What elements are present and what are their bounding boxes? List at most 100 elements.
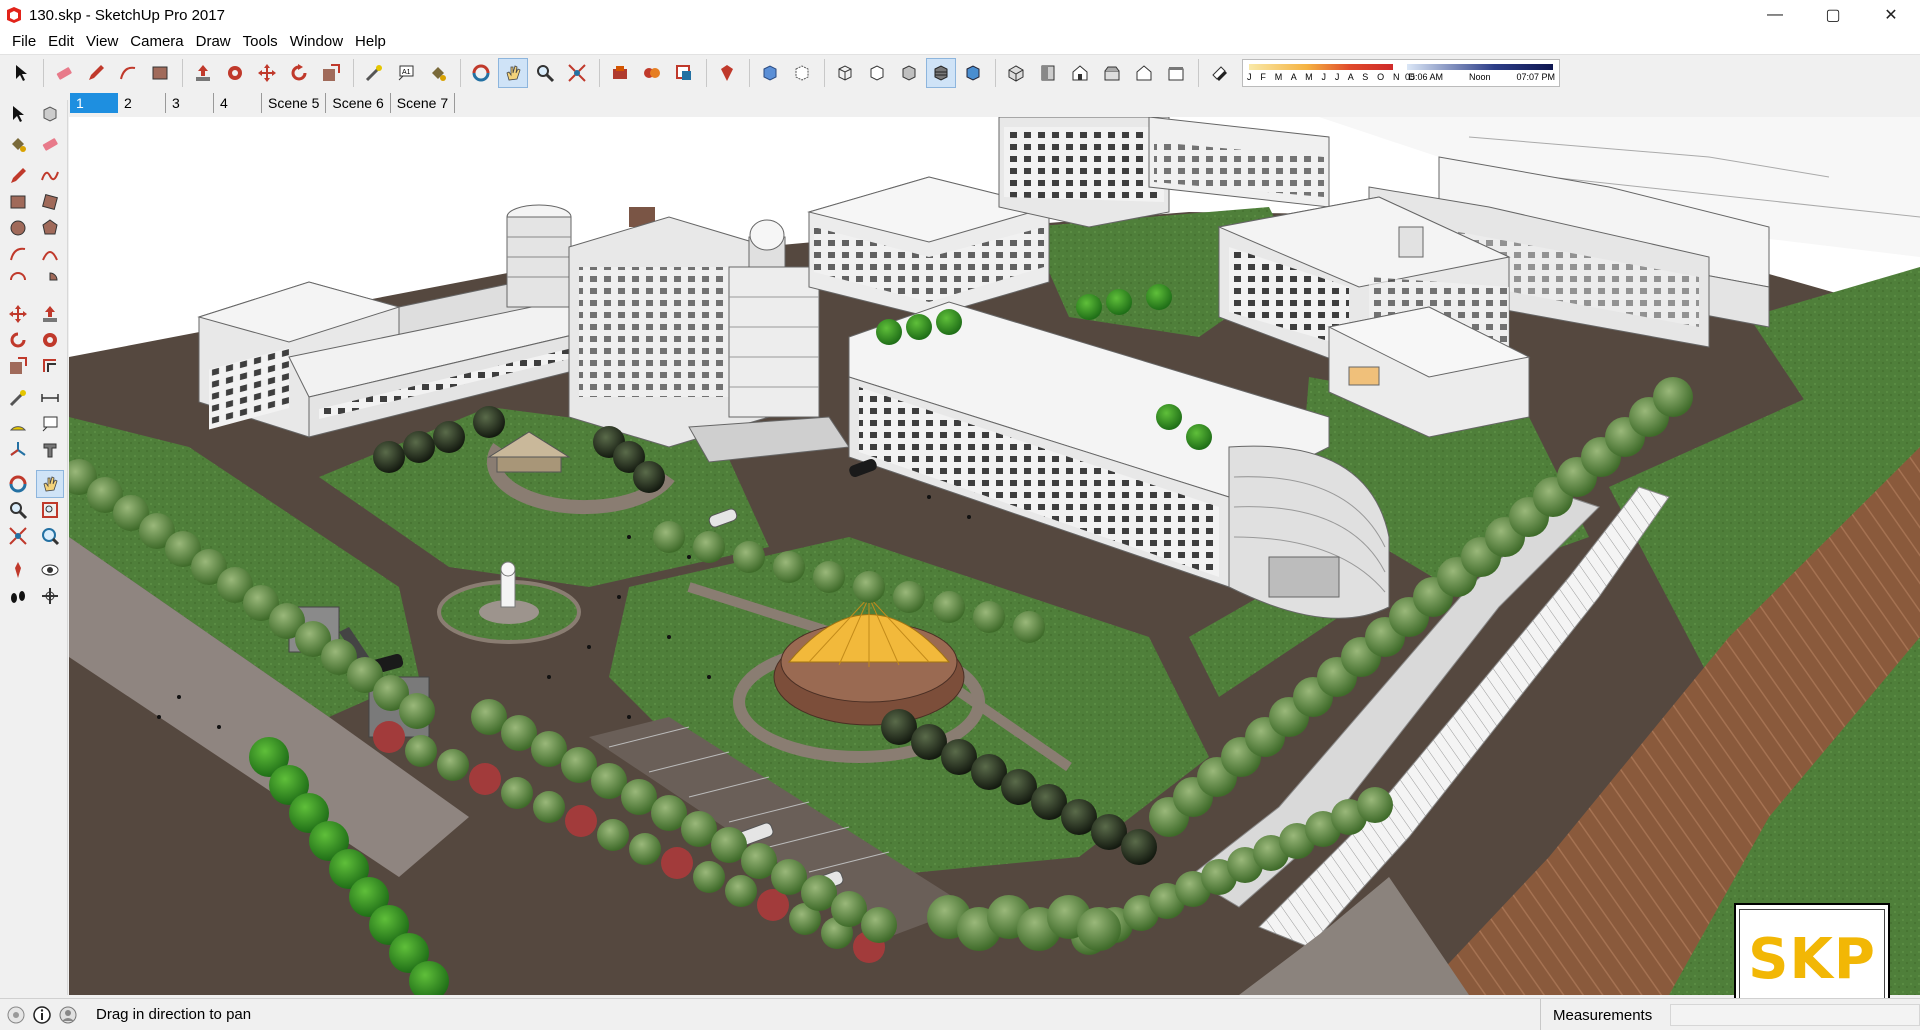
- pan-tool-button[interactable]: [36, 470, 64, 498]
- rotate-tool-button[interactable]: [284, 58, 314, 88]
- tape-tool-button[interactable]: [359, 58, 389, 88]
- left-view-button[interactable]: [1161, 58, 1191, 88]
- menu-window[interactable]: Window: [284, 31, 349, 53]
- model-viewport[interactable]: [69, 117, 1920, 995]
- tab-scene-3[interactable]: 3: [166, 93, 214, 113]
- pencil-tool-button[interactable]: [81, 58, 111, 88]
- layout-button[interactable]: [669, 58, 699, 88]
- circle-tool-button[interactable]: [4, 214, 32, 242]
- right-view-button[interactable]: [1097, 58, 1127, 88]
- tab-scene-7[interactable]: Scene 7: [391, 93, 456, 113]
- arc-tool-button[interactable]: [4, 240, 32, 268]
- top-view-button[interactable]: [1033, 58, 1063, 88]
- pushpull-tool-button[interactable]: [188, 58, 218, 88]
- geolocation-icon[interactable]: [6, 1005, 26, 1025]
- shadow-time-slider[interactable]: 05:06 AM Noon 07:07 PM: [1405, 61, 1555, 85]
- monochrome-button[interactable]: [958, 58, 988, 88]
- warehouse-button[interactable]: [605, 58, 635, 88]
- previous-view-tool-button[interactable]: [36, 522, 64, 550]
- ruby-console-button[interactable]: [712, 58, 742, 88]
- shadow-toggle-button[interactable]: [1204, 58, 1234, 88]
- component-tool-button[interactable]: [36, 100, 64, 128]
- zoom-window-tool-button[interactable]: [36, 496, 64, 524]
- shaded-textures-button[interactable]: [926, 57, 956, 88]
- menu-help[interactable]: Help: [349, 31, 392, 53]
- shadow-date-slider[interactable]: J F M A M J J A S O N D: [1247, 61, 1415, 85]
- paint-bucket-tool-button[interactable]: [4, 130, 32, 158]
- scale-tool-button[interactable]: [4, 352, 32, 380]
- hiddenline-button[interactable]: [862, 58, 892, 88]
- offset-tool-button[interactable]: [36, 352, 64, 380]
- tab-scene-5[interactable]: Scene 5: [262, 93, 327, 113]
- tab-scene-4[interactable]: 4: [214, 93, 262, 113]
- freehand-tool-button[interactable]: [36, 162, 64, 190]
- select-icon: [16, 64, 27, 81]
- protractor-tool-button[interactable]: [4, 410, 32, 438]
- followme-tool-button[interactable]: [220, 58, 250, 88]
- back-view-button[interactable]: [1129, 58, 1159, 88]
- zoom-extents-tool-button[interactable]: [4, 522, 32, 550]
- polygon-tool-button[interactable]: [36, 214, 64, 242]
- move-tool-button[interactable]: [252, 58, 282, 88]
- text-tool-button[interactable]: A1: [391, 58, 421, 88]
- menu-file[interactable]: File: [6, 31, 42, 53]
- move-tool-button[interactable]: [4, 300, 32, 328]
- wireframe-button[interactable]: [830, 58, 860, 88]
- menu-edit[interactable]: Edit: [42, 31, 80, 53]
- credits-info-icon[interactable]: [32, 1005, 52, 1025]
- menu-tools[interactable]: Tools: [237, 31, 284, 53]
- text-tool-button[interactable]: [36, 410, 64, 438]
- zoom-tool-button[interactable]: [4, 496, 32, 524]
- paint-tool-button[interactable]: [423, 58, 453, 88]
- pushpull-tool-button[interactable]: [36, 300, 64, 328]
- select-tool-button[interactable]: [6, 58, 36, 88]
- zoom-tool-button[interactable]: [530, 58, 560, 88]
- menu-camera[interactable]: Camera: [124, 31, 189, 53]
- measurements-input[interactable]: [1670, 1004, 1920, 1026]
- xray-button[interactable]: [755, 58, 785, 88]
- tab-scene-1[interactable]: 1: [70, 93, 118, 113]
- arc-tool-button[interactable]: [113, 58, 143, 88]
- rectangle-tool-button[interactable]: [145, 58, 175, 88]
- user-account-icon[interactable]: [58, 1005, 78, 1025]
- eraser-tool-button[interactable]: [49, 58, 79, 88]
- shaded-button[interactable]: [894, 58, 924, 88]
- scale-tool-button[interactable]: [316, 58, 346, 88]
- position-camera-tool-button[interactable]: [4, 556, 32, 584]
- iso-view-button[interactable]: [1001, 58, 1031, 88]
- section-plane-tool-button[interactable]: [36, 582, 64, 610]
- followme-tool-button[interactable]: [36, 326, 64, 354]
- rotated-rectangle-tool-button[interactable]: [36, 188, 64, 216]
- zoom-extents-button[interactable]: [562, 58, 592, 88]
- orbit-tool-button[interactable]: [466, 58, 496, 88]
- maximize-button[interactable]: ▢: [1804, 0, 1862, 30]
- look-around-tool-button[interactable]: [36, 556, 64, 584]
- pie-tool-button[interactable]: [36, 266, 64, 294]
- minimize-button[interactable]: —: [1746, 0, 1804, 30]
- tab-scene-2[interactable]: 2: [118, 93, 166, 113]
- menu-draw[interactable]: Draw: [190, 31, 237, 53]
- rotate-tool-button[interactable]: [4, 326, 32, 354]
- rectangle-tool-button[interactable]: [4, 188, 32, 216]
- orbit-tool-button[interactable]: [4, 470, 32, 498]
- menu-view[interactable]: View: [80, 31, 124, 53]
- tree: [733, 541, 765, 573]
- line-tool-button[interactable]: [4, 162, 32, 190]
- tab-scene-6[interactable]: Scene 6: [326, 93, 391, 113]
- dimension-tool-button[interactable]: [36, 384, 64, 412]
- paint-icon: [432, 66, 446, 81]
- front-view-button[interactable]: [1065, 58, 1095, 88]
- axes-tool-button[interactable]: [4, 436, 32, 464]
- three-point-arc-tool-button[interactable]: [4, 266, 32, 294]
- top-icon: [1041, 65, 1055, 80]
- extension-warehouse-button[interactable]: [637, 58, 667, 88]
- two-point-arc-tool-button[interactable]: [36, 240, 64, 268]
- backedges-button[interactable]: [787, 58, 817, 88]
- tape-measure-tool-button[interactable]: [4, 384, 32, 412]
- pan-tool-button[interactable]: [498, 57, 528, 88]
- select-tool-button[interactable]: [4, 100, 32, 128]
- walk-tool-button[interactable]: [4, 582, 32, 610]
- 3d-text-tool-button[interactable]: [36, 436, 64, 464]
- eraser-tool-button[interactable]: [36, 130, 64, 158]
- close-button[interactable]: ✕: [1862, 0, 1920, 30]
